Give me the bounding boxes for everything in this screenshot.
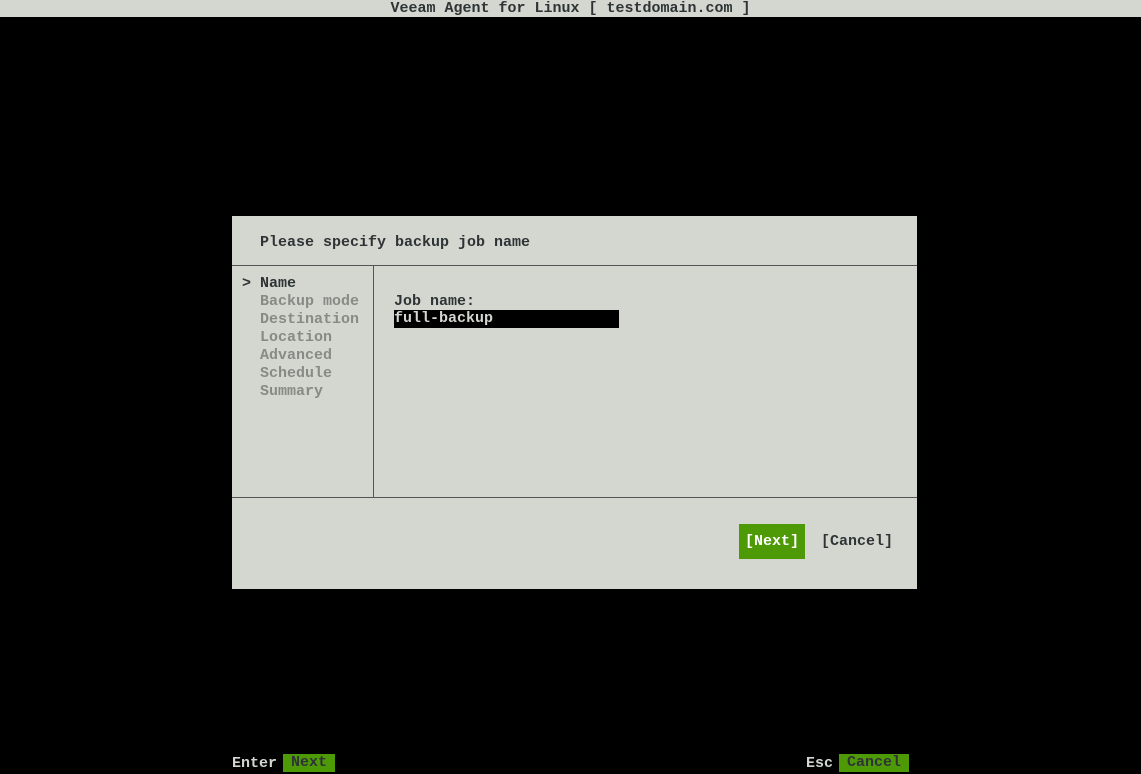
- footer-action-next: Next: [283, 754, 335, 772]
- footer-key-esc: Esc: [806, 755, 833, 772]
- sidebar-item-summary[interactable]: Summary: [232, 383, 373, 401]
- sidebar-item-label: Destination: [260, 311, 359, 328]
- sidebar-item-name[interactable]: > Name: [232, 275, 373, 293]
- cancel-button[interactable]: [Cancel]: [815, 524, 899, 559]
- job-name-input[interactable]: [394, 310, 619, 328]
- header-bar: Veeam Agent for Linux [ testdomain.com ]: [0, 0, 1141, 17]
- footer-right: Esc Cancel: [806, 754, 909, 772]
- backup-job-dialog: Please specify backup job name > Name Ba…: [232, 216, 917, 589]
- sidebar-item-schedule[interactable]: Schedule: [232, 365, 373, 383]
- footer-key-enter: Enter: [232, 755, 277, 772]
- sidebar-item-label: Advanced: [260, 347, 332, 364]
- footer-left: Enter Next: [232, 754, 335, 772]
- dialog-title: Please specify backup job name: [232, 216, 917, 265]
- next-button[interactable]: [Next]: [739, 524, 805, 559]
- footer-action-cancel: Cancel: [839, 754, 909, 772]
- sidebar-item-location[interactable]: Location: [232, 329, 373, 347]
- sidebar-item-label: Location: [260, 329, 332, 346]
- active-marker-icon: >: [242, 275, 251, 293]
- sidebar-item-label: Backup mode: [260, 293, 359, 310]
- sidebar-item-destination[interactable]: Destination: [232, 311, 373, 329]
- app-title: Veeam Agent for Linux [ testdomain.com ]: [390, 0, 750, 17]
- dialog-body: > Name Backup mode Destination Location …: [232, 265, 917, 497]
- sidebar-item-label: Name: [260, 275, 296, 292]
- sidebar-item-backup-mode[interactable]: Backup mode: [232, 293, 373, 311]
- wizard-sidebar: > Name Backup mode Destination Location …: [232, 266, 374, 497]
- footer-bar: Enter Next Esc Cancel: [0, 754, 1141, 772]
- sidebar-item-label: Summary: [260, 383, 323, 400]
- button-row: [Next] [Cancel]: [232, 497, 917, 589]
- dialog-content: Job name:: [375, 266, 917, 497]
- sidebar-item-label: Schedule: [260, 365, 332, 382]
- sidebar-item-advanced[interactable]: Advanced: [232, 347, 373, 365]
- job-name-label: Job name:: [394, 293, 917, 310]
- job-name-input-wrap: [394, 310, 917, 328]
